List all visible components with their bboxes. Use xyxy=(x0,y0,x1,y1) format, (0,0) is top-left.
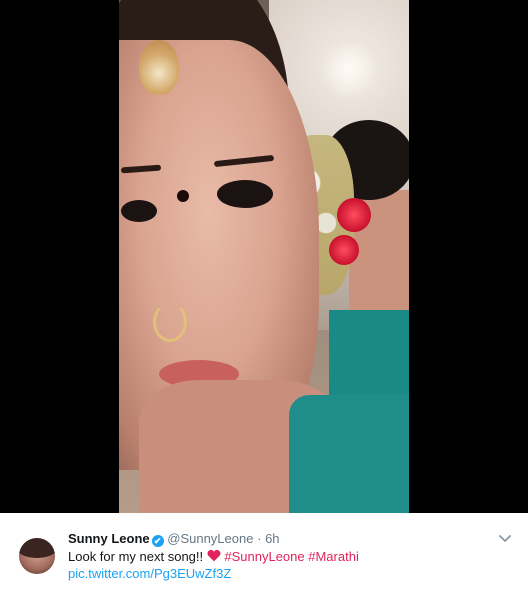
author-name[interactable]: Sunny Leone xyxy=(68,531,150,546)
saree xyxy=(289,395,409,513)
ceiling-light xyxy=(319,40,379,100)
eyebrow xyxy=(213,154,275,168)
heart-icon xyxy=(207,549,221,562)
verified-badge-icon: ✔ xyxy=(151,535,164,547)
media-link[interactable]: pic.twitter.com/Pg3EUwZf3Z xyxy=(68,566,231,581)
tweet-text-prefix: Look for my next song!! xyxy=(68,549,204,564)
rose-flower xyxy=(329,235,359,265)
media-photo[interactable] xyxy=(119,0,409,513)
hashtag-marathi[interactable]: #Marathi xyxy=(308,549,359,564)
tweet-text: Look for my next song!! #SunnyLeone #Mar… xyxy=(68,548,359,582)
meta-separator: · xyxy=(257,531,262,546)
avatar[interactable] xyxy=(19,538,55,574)
avatar-hair xyxy=(19,538,55,558)
author-handle[interactable]: @SunnyLeone xyxy=(167,531,253,546)
rose-flower xyxy=(337,198,371,232)
tweet-media[interactable] xyxy=(0,0,528,513)
hashtag-sunnyleone[interactable]: #SunnyLeone xyxy=(224,549,304,564)
tweet-header: Sunny Leone ✔ @SunnyLeone · 6h xyxy=(68,531,280,547)
chevron-down-icon[interactable] xyxy=(498,531,514,547)
bindi xyxy=(177,190,189,202)
nose-ring xyxy=(153,302,187,342)
eye xyxy=(217,180,273,208)
eye xyxy=(121,200,157,222)
maang-tikka xyxy=(139,40,179,95)
eyebrow xyxy=(120,164,162,174)
tweet-card: Sunny Leone ✔ @SunnyLeone · 6h Look for m… xyxy=(0,513,528,601)
tweet-timestamp[interactable]: 6h xyxy=(265,531,279,546)
